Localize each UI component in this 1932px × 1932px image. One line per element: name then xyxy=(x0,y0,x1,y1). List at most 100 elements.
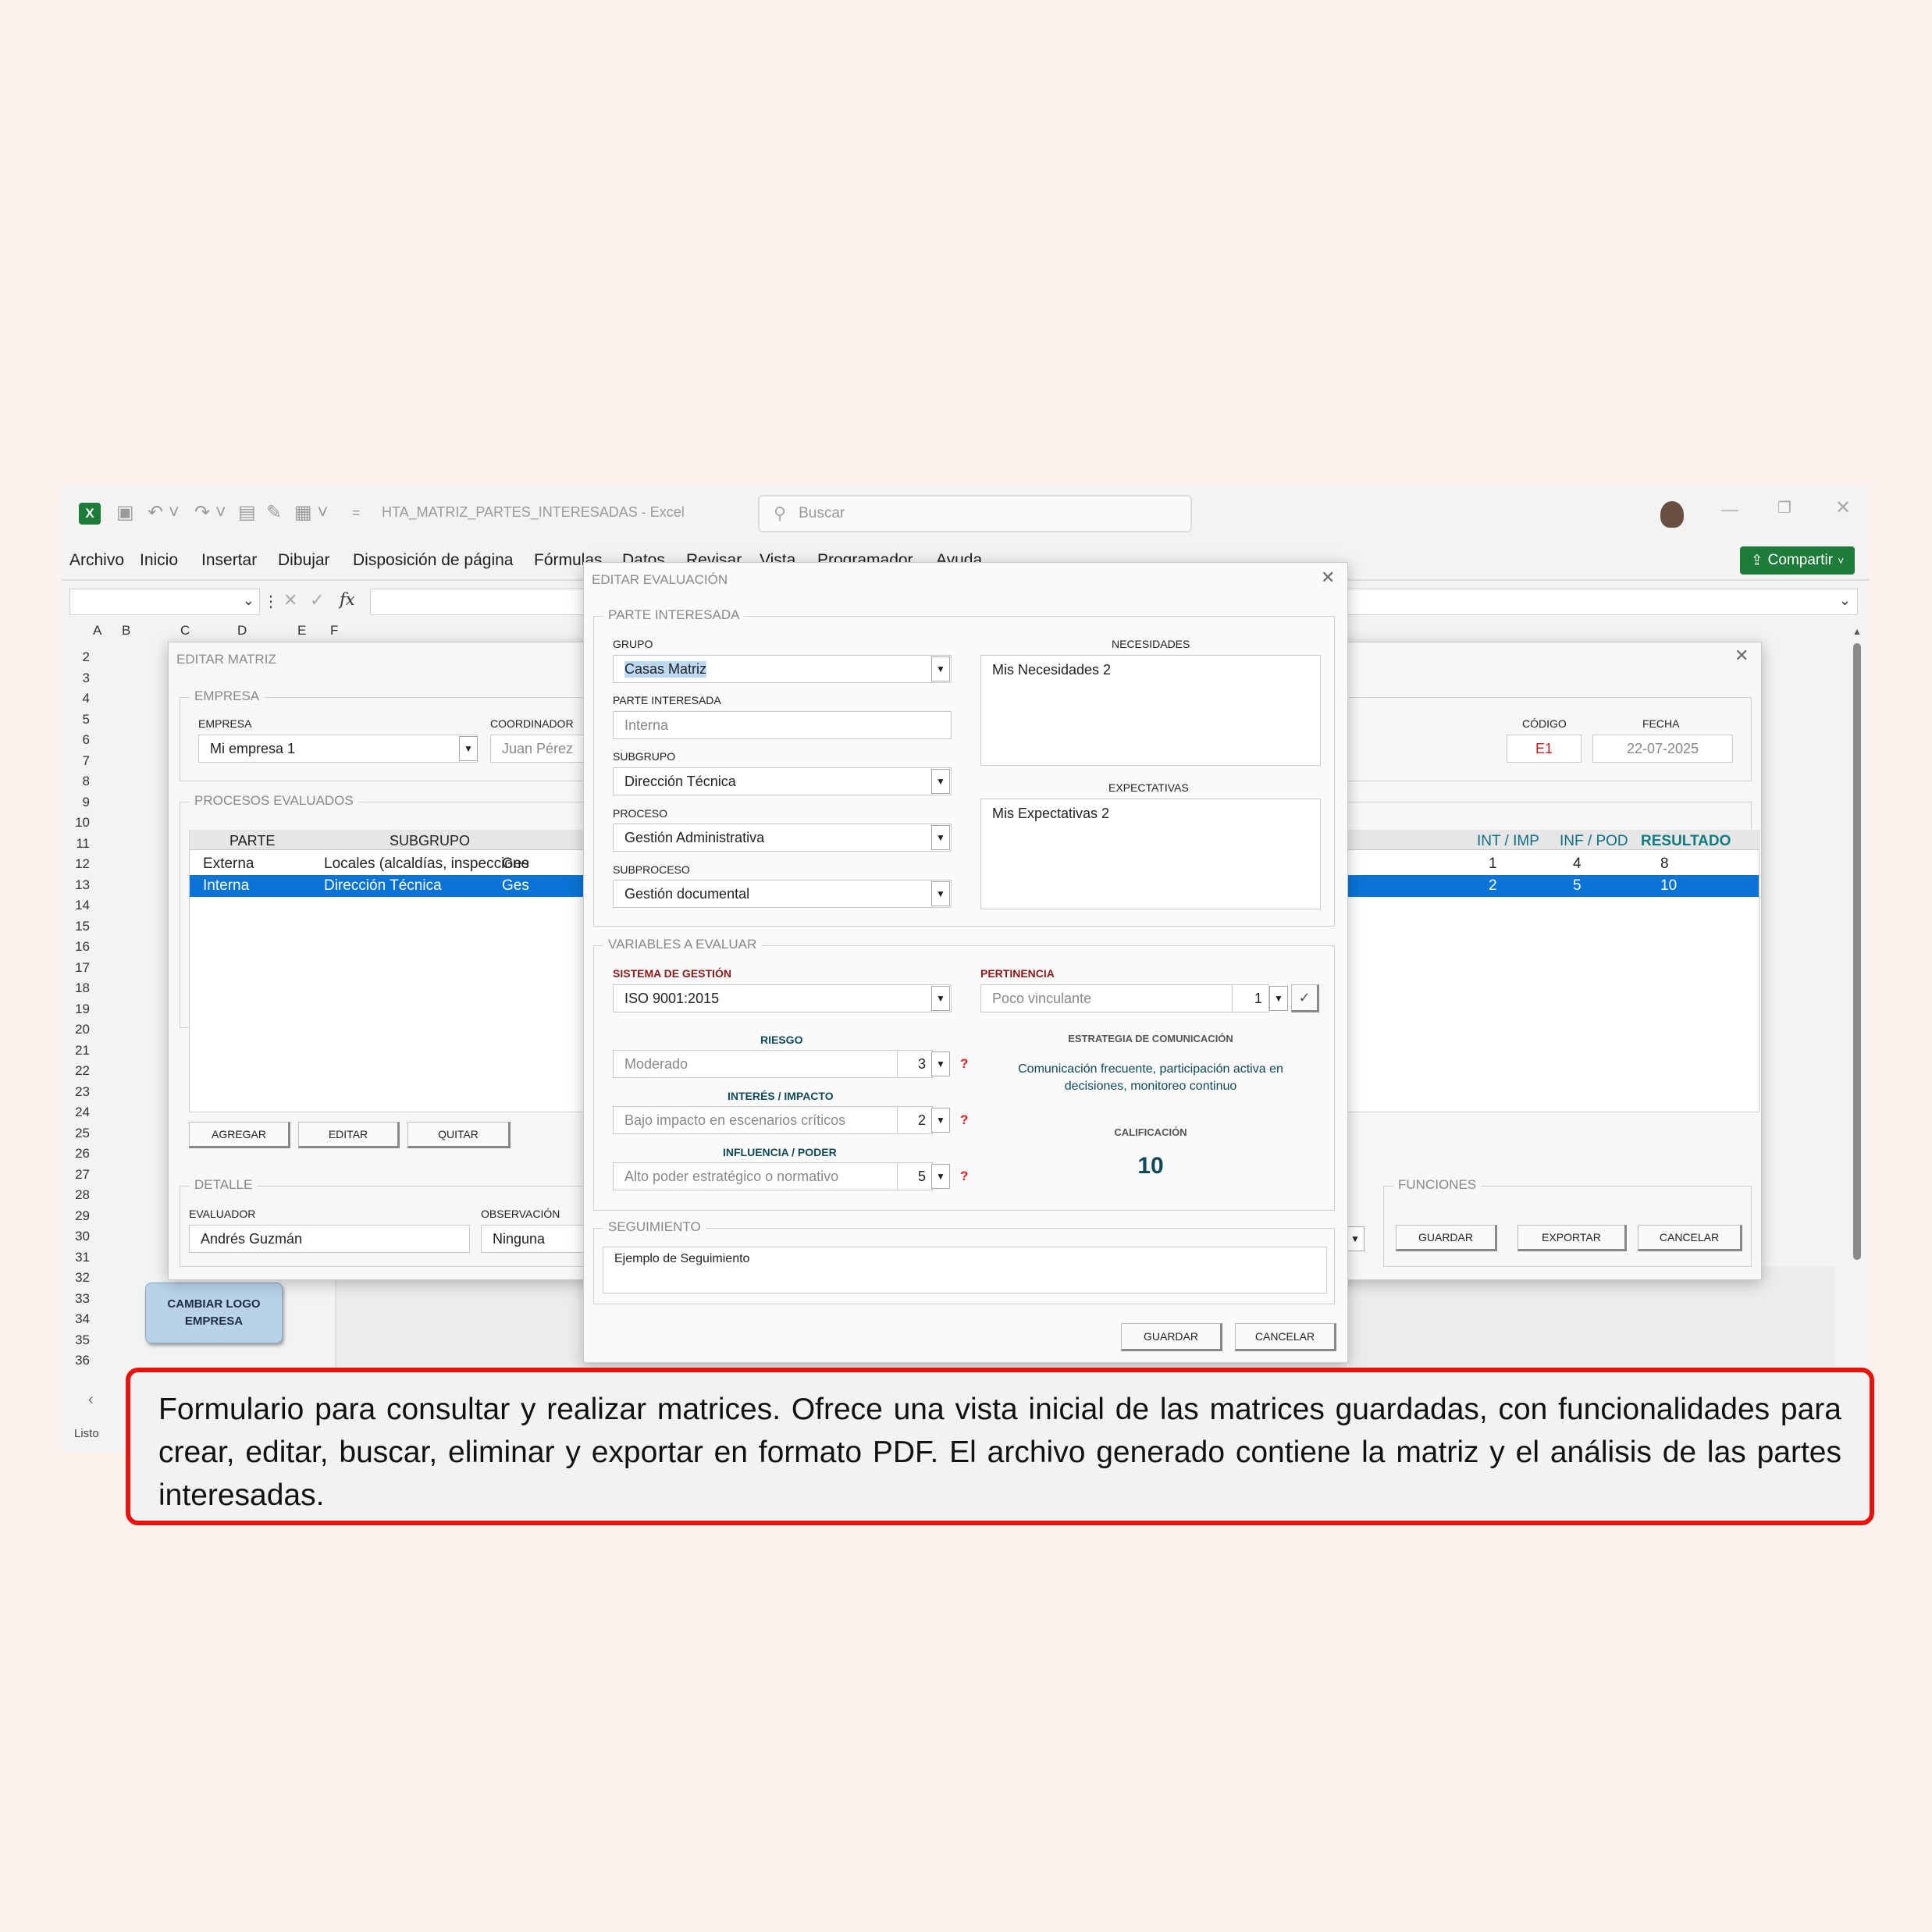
col-header-f[interactable]: F xyxy=(330,623,338,639)
confirm-formula-icon[interactable]: ✓ xyxy=(310,590,324,610)
row-header[interactable]: 11 xyxy=(66,836,90,852)
cancel-button[interactable]: CANCELAR xyxy=(1638,1225,1742,1251)
subproceso-select[interactable]: Gestión documental xyxy=(613,880,952,908)
minimize-icon[interactable]: — xyxy=(1721,500,1738,520)
paste-icon[interactable]: ▦ ˅ xyxy=(294,503,328,523)
col-header-c[interactable]: C xyxy=(180,623,190,639)
sistema-select[interactable]: ISO 9001:2015 xyxy=(613,984,952,1012)
search-box[interactable]: ⚲ Buscar xyxy=(758,495,1192,532)
export-button[interactable]: EXPORTAR xyxy=(1517,1225,1627,1251)
save-button[interactable]: GUARDAR xyxy=(1396,1225,1497,1251)
influencia-field[interactable]: Alto poder estratégico o normativo xyxy=(613,1162,898,1190)
chevron-down-icon[interactable]: ▼ xyxy=(931,769,950,794)
row-header[interactable]: 7 xyxy=(66,753,90,769)
chevron-down-icon[interactable]: ▼ xyxy=(931,881,950,906)
parte-field[interactable]: Interna xyxy=(613,711,952,739)
row-header[interactable]: 8 xyxy=(66,774,90,789)
necesidades-textarea[interactable]: Mis Necesidades 2 xyxy=(980,655,1321,766)
row-header[interactable]: 27 xyxy=(66,1167,90,1183)
row-header[interactable]: 32 xyxy=(66,1270,90,1286)
interes-field[interactable]: Bajo impacto en escenarios críticos xyxy=(613,1106,898,1134)
row-header[interactable]: 19 xyxy=(66,1002,90,1017)
row-header[interactable]: 34 xyxy=(66,1311,90,1327)
close-icon[interactable]: ✕ xyxy=(1735,646,1749,666)
cancel-formula-icon[interactable]: ✕ xyxy=(283,590,297,610)
menu-dibujar[interactable]: Dibujar xyxy=(278,551,330,570)
row-header[interactable]: 26 xyxy=(66,1146,90,1162)
chevron-down-icon[interactable]: ▼ xyxy=(931,825,950,850)
row-header[interactable]: 15 xyxy=(66,919,90,934)
share-button[interactable]: ⇪ Compartir ˅ xyxy=(1740,546,1855,575)
row-header[interactable]: 2 xyxy=(66,649,90,665)
restore-icon[interactable]: ❐ xyxy=(1777,498,1791,518)
save-button[interactable]: GUARDAR xyxy=(1121,1323,1222,1351)
chevron-down-icon[interactable]: ▼ xyxy=(931,1164,950,1189)
edit-button[interactable]: EDITAR xyxy=(298,1122,400,1148)
fx-icon[interactable]: fx xyxy=(340,590,355,609)
row-header[interactable]: 33 xyxy=(66,1291,90,1307)
menu-archivo[interactable]: Archivo xyxy=(69,551,124,570)
row-header[interactable]: 23 xyxy=(66,1084,90,1100)
row-header[interactable]: 16 xyxy=(66,939,90,955)
customize-toolbar-icon[interactable]: = xyxy=(352,503,361,523)
cancel-button[interactable]: CANCELAR xyxy=(1235,1323,1336,1351)
sheet-nav-left-icon[interactable]: ‹ xyxy=(88,1391,94,1409)
row-header[interactable]: 28 xyxy=(66,1187,90,1203)
help-icon[interactable]: ? xyxy=(960,1056,968,1072)
scroll-thumb[interactable] xyxy=(1853,643,1861,1260)
vertical-scrollbar[interactable]: ▲ xyxy=(1852,626,1863,1425)
scroll-up-icon[interactable]: ▲ xyxy=(1852,626,1862,637)
help-icon[interactable]: ? xyxy=(960,1169,968,1184)
more-options-icon[interactable]: ⋮ xyxy=(263,592,279,611)
chevron-down-icon[interactable]: ▼ xyxy=(931,656,950,681)
menu-disposicion[interactable]: Disposición de página xyxy=(353,551,513,570)
col-header-b[interactable]: B xyxy=(122,623,130,639)
row-header[interactable]: 10 xyxy=(66,815,90,831)
col-header-e[interactable]: E xyxy=(297,623,306,639)
row-header[interactable]: 6 xyxy=(66,732,90,748)
row-header[interactable]: 30 xyxy=(66,1229,90,1244)
name-box[interactable]: ⌄ xyxy=(69,589,260,615)
change-logo-button[interactable]: CAMBIAR LOGO EMPRESA xyxy=(145,1283,283,1343)
row-header[interactable]: 24 xyxy=(66,1105,90,1120)
codigo-field[interactable]: E1 xyxy=(1507,735,1582,763)
riesgo-number[interactable]: 3 xyxy=(897,1050,933,1078)
grupo-select[interactable]: Casas Matriz xyxy=(613,655,952,683)
chevron-down-icon[interactable]: ▼ xyxy=(459,736,478,761)
row-header[interactable]: 5 xyxy=(66,712,90,728)
row-header[interactable]: 18 xyxy=(66,980,90,996)
row-header[interactable]: 21 xyxy=(66,1043,90,1059)
form-icon[interactable]: ▤ xyxy=(238,503,256,523)
row-header[interactable]: 35 xyxy=(66,1332,90,1348)
row-header[interactable]: 17 xyxy=(66,960,90,976)
proceso-select[interactable]: Gestión Administrativa xyxy=(613,824,952,852)
pertinencia-number[interactable]: 1 xyxy=(1232,984,1269,1012)
row-header[interactable]: 31 xyxy=(66,1250,90,1265)
riesgo-field[interactable]: Moderado xyxy=(613,1050,898,1078)
row-header[interactable]: 9 xyxy=(66,795,90,810)
excel-logo-icon[interactable]: X xyxy=(79,503,101,525)
seguimiento-textarea[interactable]: Ejemplo de Seguimiento xyxy=(603,1247,1327,1293)
expectativas-textarea[interactable]: Mis Expectativas 2 xyxy=(980,799,1321,909)
row-header[interactable]: 36 xyxy=(66,1353,90,1368)
menu-inicio[interactable]: Inicio xyxy=(140,551,178,570)
chevron-down-icon[interactable]: ▼ xyxy=(1346,1226,1364,1251)
chevron-down-icon[interactable]: ▼ xyxy=(931,1108,950,1133)
chevron-down-icon[interactable]: ▼ xyxy=(1269,986,1288,1011)
close-window-icon[interactable]: ✕ xyxy=(1835,496,1851,519)
help-icon[interactable]: ? xyxy=(960,1112,968,1128)
row-header[interactable]: 3 xyxy=(66,671,90,686)
fecha-field[interactable]: 22-07-2025 xyxy=(1592,735,1733,763)
menu-insertar[interactable]: Insertar xyxy=(201,551,257,570)
redo-icon[interactable]: ↷ ˅ xyxy=(194,503,226,523)
chevron-down-icon[interactable]: ▼ xyxy=(931,1051,950,1076)
edit-icon[interactable]: ✎ xyxy=(266,503,282,523)
save-icon[interactable]: ▣ xyxy=(116,503,134,523)
influencia-number[interactable]: 5 xyxy=(897,1162,933,1190)
row-header[interactable]: 20 xyxy=(66,1022,90,1037)
check-icon[interactable]: ✓ xyxy=(1291,984,1319,1012)
row-header[interactable]: 22 xyxy=(66,1063,90,1079)
subgrupo-select[interactable]: Dirección Técnica xyxy=(613,767,952,795)
row-header[interactable]: 12 xyxy=(66,856,90,872)
empresa-select[interactable]: Mi empresa 1 xyxy=(198,735,478,763)
